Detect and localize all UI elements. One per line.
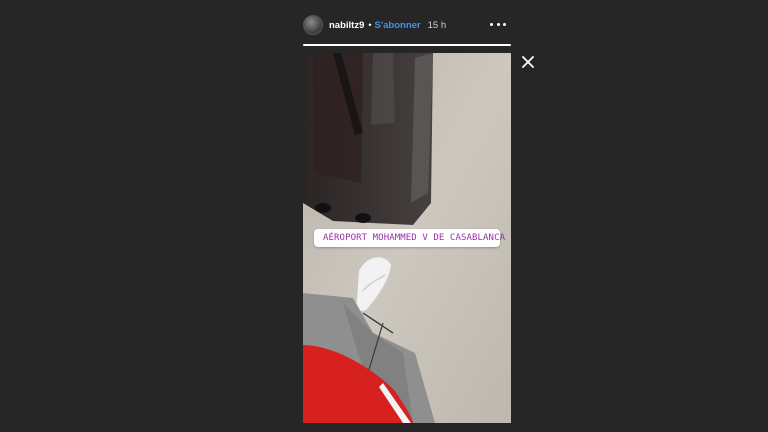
username[interactable]: nabiltz9 — [329, 20, 364, 31]
separator-dot: • — [368, 20, 372, 30]
more-icon[interactable] — [490, 18, 506, 30]
story-progress-bar — [303, 44, 511, 46]
follow-button[interactable]: S'abonner — [375, 20, 421, 31]
location-label: AÉROPORT MOHAMMED V DE CASABLANCA — [323, 233, 506, 243]
story-progress-fill — [303, 44, 511, 46]
avatar[interactable] — [303, 15, 323, 35]
close-icon[interactable] — [518, 52, 538, 72]
story-header: nabiltz9 • S'abonner 15 h — [303, 12, 513, 38]
location-sticker[interactable]: AÉROPORT MOHAMMED V DE CASABLANCA — [314, 229, 505, 247]
timestamp: 15 h — [427, 19, 447, 31]
